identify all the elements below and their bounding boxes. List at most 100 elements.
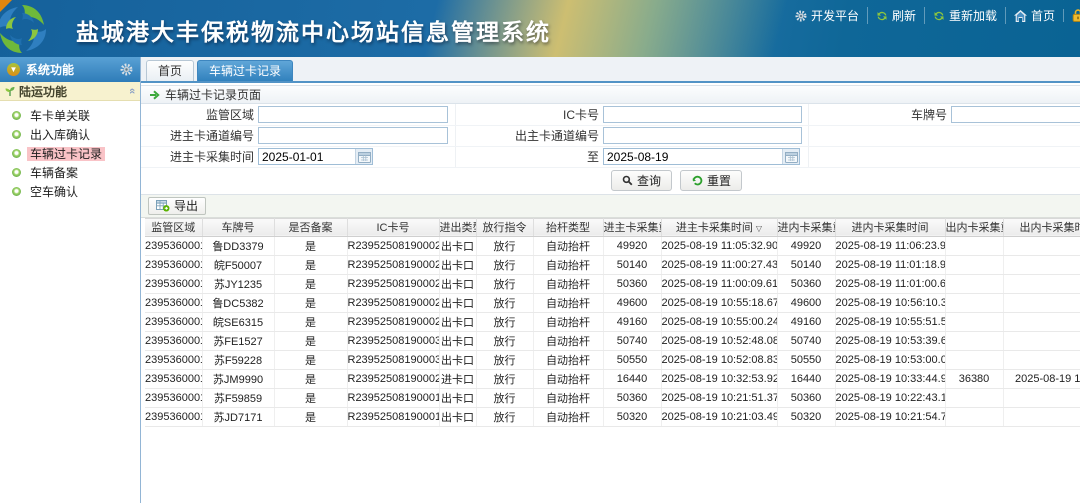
column-header[interactable]: 进主卡采集重量 (603, 218, 661, 236)
lock-icon (1072, 9, 1080, 22)
table-cell: R239525081900024 (347, 236, 439, 255)
sidebar-header: ▼ 系统功能 (0, 57, 140, 82)
table-cell: 自动抬杆 (533, 236, 603, 255)
time-from-label: 进主卡采集时间 (141, 146, 258, 167)
table-cell: 50360 (603, 388, 661, 407)
table-row[interactable]: 2395360001皖F50007是R239525081900022出卡口放行自… (145, 255, 1080, 274)
app-window: 盐城港大丰保税物流中心场站信息管理系统 开发平台刷新重新加载首页 ▼ 系统功能 … (0, 0, 1080, 503)
table-cell: 放行 (476, 236, 533, 255)
table-row[interactable]: 2395360001苏F59228是R239525081900032出卡口放行自… (145, 350, 1080, 369)
table-cell: 皖F50007 (202, 255, 274, 274)
sidebar-item[interactable]: 车卡单关联 (0, 106, 140, 125)
column-header[interactable]: 进内卡采集重量 (777, 218, 835, 236)
time-to-input[interactable] (604, 149, 782, 164)
table-cell (1003, 350, 1080, 369)
sidebar-item[interactable]: 空车确认 (0, 182, 140, 201)
column-header[interactable]: 车牌号 (202, 218, 274, 236)
column-header[interactable]: 监管区域 (145, 218, 202, 236)
table-cell: 2395360001 (145, 236, 202, 255)
query-button[interactable]: 查询 (611, 170, 672, 191)
in-channel-input[interactable] (258, 127, 448, 144)
table-cell: 放行 (476, 407, 533, 426)
calendar-icon[interactable] (355, 149, 372, 164)
table-cell: 苏JM9990 (202, 369, 274, 388)
time-from-input[interactable] (259, 149, 355, 164)
table-cell (945, 331, 1003, 350)
table-cell: 2395360001 (145, 350, 202, 369)
table-row[interactable]: 2395360001苏JD7171是R239525081900015出卡口放行自… (145, 407, 1080, 426)
time-to-datebox (603, 148, 800, 165)
table-row[interactable]: 2395360001苏FE1527是R239525081900033出卡口放行自… (145, 331, 1080, 350)
ic-card-input[interactable] (603, 106, 802, 123)
table-cell: 16440 (777, 369, 835, 388)
table-cell: 放行 (476, 388, 533, 407)
reset-button[interactable]: 重置 (680, 170, 742, 191)
table-cell: 2025-08-19 10:56:10.380 (835, 293, 945, 312)
table-cell: 2395360001 (145, 293, 202, 312)
grid-body: 2395360001鲁DD3379是R239525081900024出卡口放行自… (145, 236, 1080, 426)
region-input[interactable] (258, 106, 448, 123)
page-title: 盐城港大丰保税物流中心场站信息管理系统 (76, 13, 551, 47)
table-cell: R239525081900015 (347, 407, 439, 426)
chevron-down-icon[interactable]: ▼ (7, 63, 20, 76)
sidebar-item[interactable]: 出入库确认 (0, 125, 140, 144)
column-header[interactable]: 出内卡采集时间 (1003, 218, 1080, 236)
column-header[interactable]: 进出类型 (439, 218, 476, 236)
search-icon (622, 175, 633, 186)
nav-home[interactable]: 首页 (1005, 7, 1063, 24)
table-cell: 是 (274, 407, 347, 426)
table-cell: 2025-08-19 11:05:32.900 (661, 236, 777, 255)
column-header[interactable]: 进主卡采集时间▽ (661, 218, 777, 236)
table-cell: 50140 (603, 255, 661, 274)
sidebar-item[interactable]: 车辆过卡记录 (0, 144, 140, 163)
sidebar-item-label: 车辆备案 (27, 166, 81, 180)
table-row[interactable]: 2395360001鲁DC5382是R239525081900021出卡口放行自… (145, 293, 1080, 312)
calendar-icon[interactable] (782, 149, 799, 164)
sidebar-section-land-transport[interactable]: 陆运功能 « (0, 82, 140, 101)
table-cell: 自动抬杆 (533, 255, 603, 274)
table-row[interactable]: 2395360001皖SE6315是R239525081900023出卡口放行自… (145, 312, 1080, 331)
table-cell: 50320 (777, 407, 835, 426)
main-content: 首页车辆过卡记录 车辆过卡记录页面 监管区域 IC卡号 车牌号 进主卡通道编号 … (141, 57, 1080, 503)
table-cell: 出卡口 (439, 388, 476, 407)
table-row[interactable]: 2395360001苏JY1235是R239525081900020出卡口放行自… (145, 274, 1080, 293)
collapse-icon[interactable]: « (126, 88, 138, 94)
column-header[interactable]: 放行指令 (476, 218, 533, 236)
table-cell (945, 293, 1003, 312)
table-cell: 50740 (777, 331, 835, 350)
column-header[interactable]: 进内卡采集时间 (835, 218, 945, 236)
gear-icon[interactable] (120, 63, 133, 76)
table-cell: 2025-08-19 10:55:51.570 (835, 312, 945, 331)
export-button[interactable]: 导出 (148, 197, 206, 215)
nav-lock[interactable] (1063, 9, 1080, 22)
tab[interactable]: 车辆过卡记录 (197, 60, 293, 81)
table-cell: 自动抬杆 (533, 274, 603, 293)
column-header[interactable]: 出内卡采集重量 (945, 218, 1003, 236)
table-row[interactable]: 2395360001鲁DD3379是R239525081900024出卡口放行自… (145, 236, 1080, 255)
table-cell: 2025-08-19 10:32:53.927 (661, 369, 777, 388)
nav-refresh[interactable]: 刷新 (867, 7, 924, 24)
nav-dev-platform[interactable]: 开发平台 (787, 7, 867, 24)
table-row[interactable]: 2395360001苏JM9990是R239525081900029进卡口放行自… (145, 369, 1080, 388)
table-cell: 2395360001 (145, 331, 202, 350)
sprout-icon (5, 86, 15, 97)
nav-reload[interactable]: 重新加载 (924, 7, 1005, 24)
tab[interactable]: 首页 (146, 60, 194, 81)
column-header[interactable]: IC卡号 (347, 218, 439, 236)
out-channel-input[interactable] (603, 127, 802, 144)
column-header[interactable]: 是否备案 (274, 218, 347, 236)
table-cell: 2025-08-19 11:01:00.637 (835, 274, 945, 293)
table-cell: 出卡口 (439, 293, 476, 312)
table-cell: 2025-08-19 10:22:43.177 (835, 388, 945, 407)
table-cell (1003, 407, 1080, 426)
table-cell: 进卡口 (439, 369, 476, 388)
sidebar-item[interactable]: 车辆备案 (0, 163, 140, 182)
nav-label: 首页 (1031, 7, 1055, 24)
column-header[interactable]: 抬杆类型 (533, 218, 603, 236)
plate-input[interactable] (951, 106, 1080, 123)
table-cell: 是 (274, 312, 347, 331)
app-logo-icon (0, 3, 48, 55)
table-row[interactable]: 2395360001苏F59859是R239525081900019出卡口放行自… (145, 388, 1080, 407)
out-channel-label: 出主卡通道编号 (455, 125, 603, 146)
table-cell: 出卡口 (439, 255, 476, 274)
